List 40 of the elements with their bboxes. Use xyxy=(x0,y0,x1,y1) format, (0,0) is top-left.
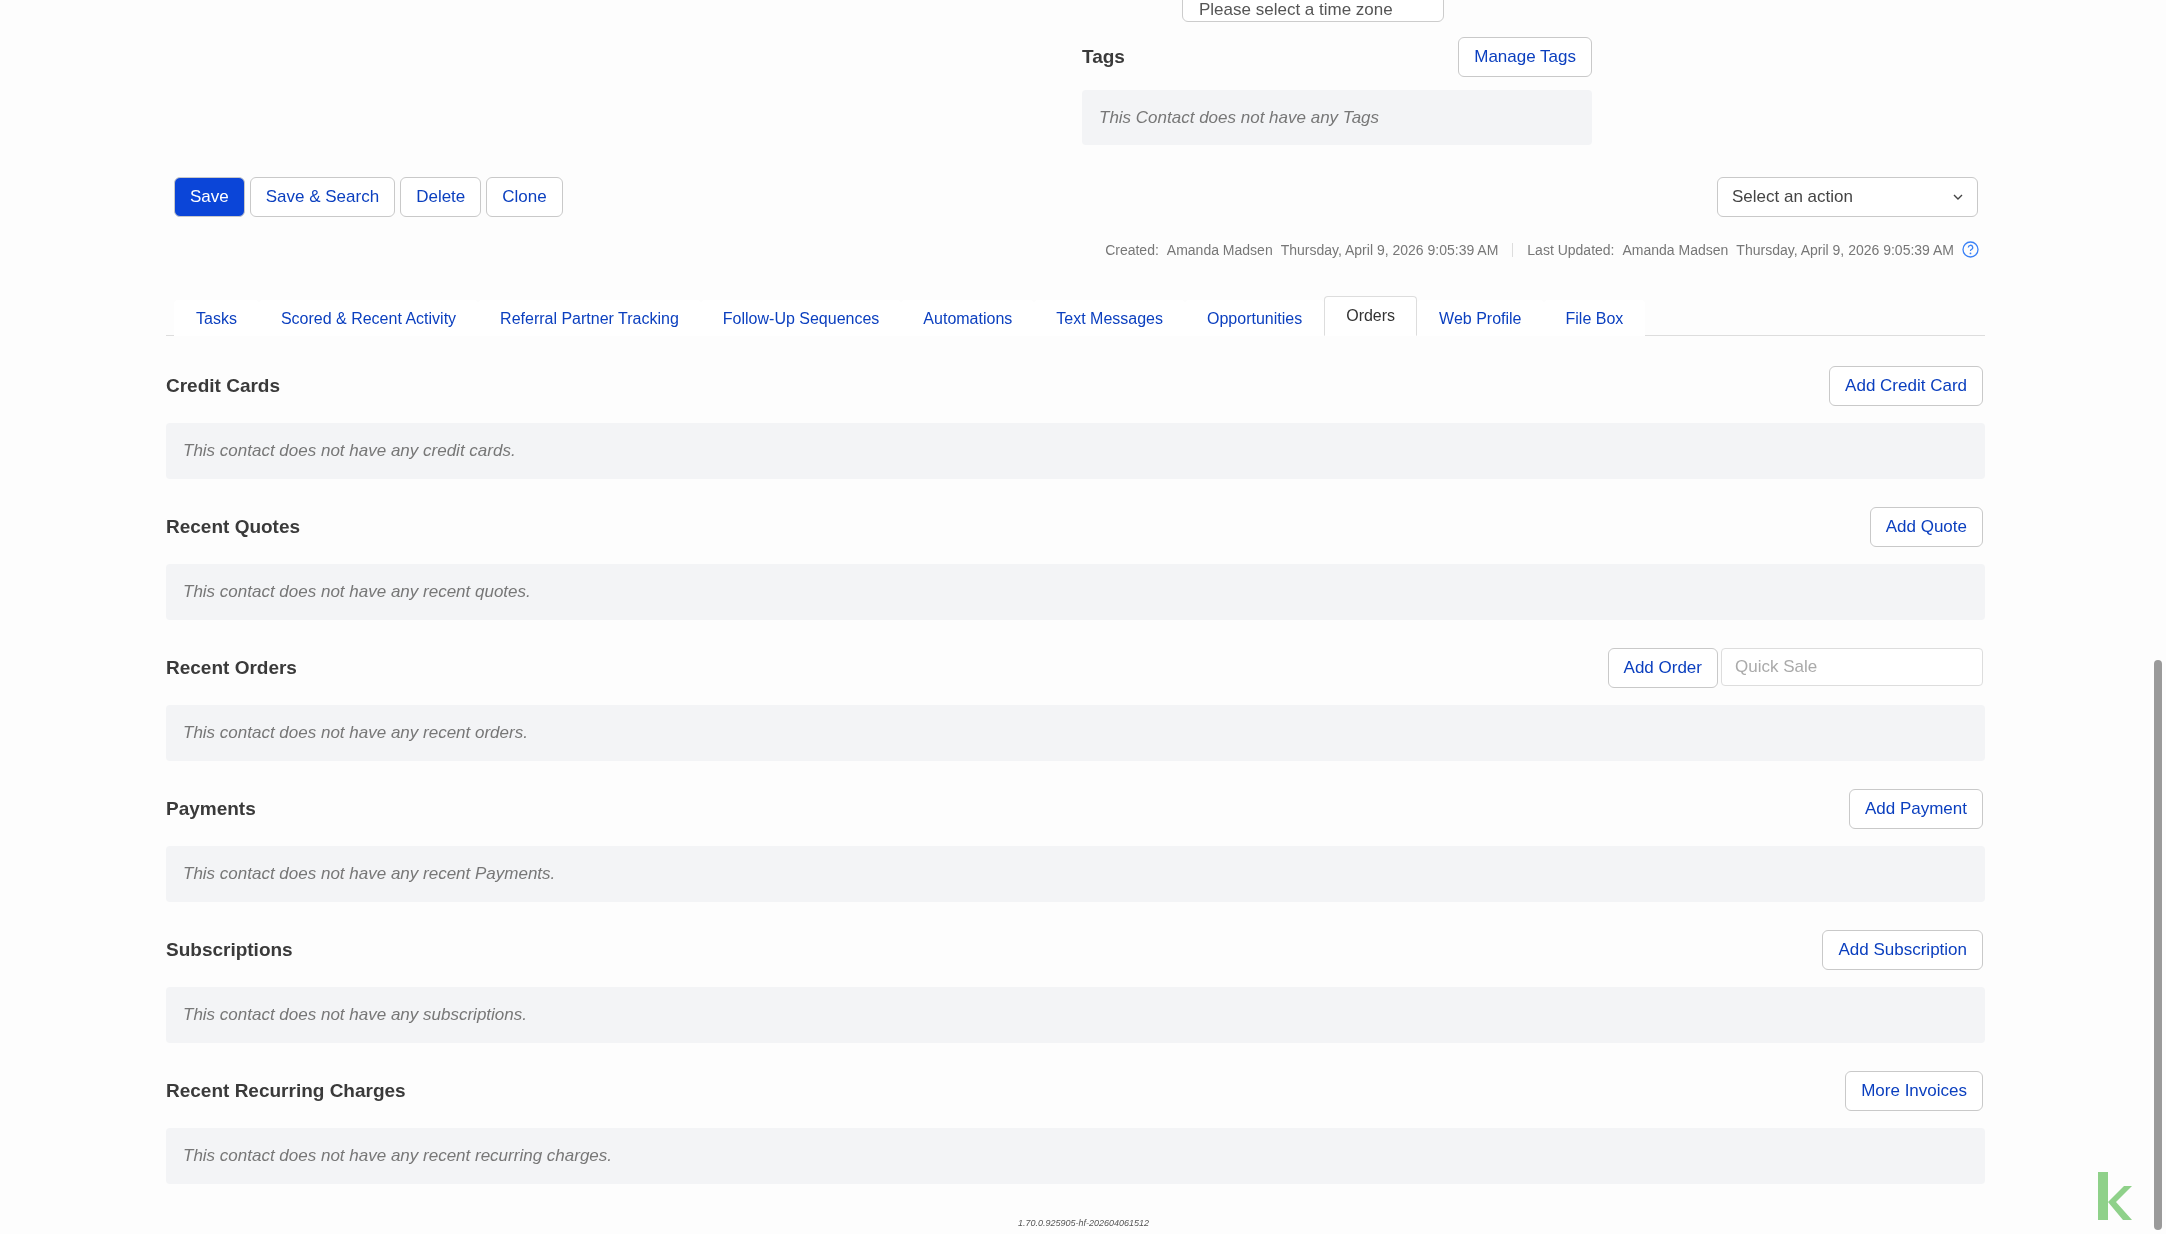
version-text: 1.70.0.925905-hf-202604061512 xyxy=(1018,1218,1150,1228)
empty-message: This contact does not have any subscriptions. xyxy=(166,987,1985,1043)
updated-label: Last Updated: xyxy=(1527,241,1615,258)
empty-message: This contact does not have any recent Payments. xyxy=(166,846,1985,902)
logo-icon xyxy=(2098,1172,2132,1220)
section-heading: Subscriptions xyxy=(166,939,293,961)
action-button[interactable]: Save & Search xyxy=(249,177,396,217)
empty-message: This contact does not have any recent orders. xyxy=(166,705,1985,761)
action-button[interactable]: Delete xyxy=(400,177,482,217)
quick-sale-field[interactable]: Quick Sale xyxy=(1721,648,1983,686)
add-button[interactable]: Add Subscription xyxy=(1822,930,1983,970)
scrollbar-thumb[interactable] xyxy=(2154,660,2162,1230)
empty-message: This Contact does not have any Tags xyxy=(1082,90,1592,145)
created-date: Thursday, April 9, 2026 9:05:39 AM xyxy=(1280,241,1499,258)
empty-message: This contact does not have any recent recurring charges. xyxy=(166,1128,1985,1184)
tab[interactable]: Orders xyxy=(1324,296,1418,336)
section-heading: Payments xyxy=(166,798,256,820)
updated-date: Thursday, April 9, 2026 9:05:39 AM xyxy=(1736,241,1954,258)
action-button[interactable]: Save xyxy=(174,177,245,217)
action-select[interactable]: Select an action xyxy=(1717,177,1978,217)
section-heading: Credit Cards xyxy=(166,375,281,397)
add-button[interactable]: More Invoices xyxy=(1845,1071,1983,1111)
help-icon[interactable] xyxy=(1962,241,1979,258)
empty-message: This contact does not have any recent quotes. xyxy=(166,564,1985,620)
section-heading: Recent Orders xyxy=(166,657,297,679)
manage-tags-button[interactable]: Manage Tags xyxy=(1458,37,1592,77)
created-by: Amanda Madsen xyxy=(1166,241,1273,258)
add-button[interactable]: Add Payment xyxy=(1848,789,1983,829)
section-heading: Recent Quotes xyxy=(166,516,301,538)
action-button[interactable]: Clone xyxy=(486,177,563,217)
section-heading: Recent Recurring Charges xyxy=(166,1080,406,1102)
updated-by: Amanda Madsen xyxy=(1622,241,1729,258)
add-button[interactable]: Add Quote xyxy=(1869,507,1983,547)
time-zone-field[interactable]: Please select a time zone xyxy=(1182,0,1444,22)
created-label: Created: xyxy=(1105,241,1159,258)
tags-heading: Tags xyxy=(1082,46,1125,68)
empty-message: This contact does not have any credit cards. xyxy=(166,423,1985,479)
add-button[interactable]: Add Credit Card xyxy=(1829,366,1983,406)
add-button[interactable]: Add Order xyxy=(1607,648,1718,688)
chevron-down-icon xyxy=(1953,194,1963,200)
